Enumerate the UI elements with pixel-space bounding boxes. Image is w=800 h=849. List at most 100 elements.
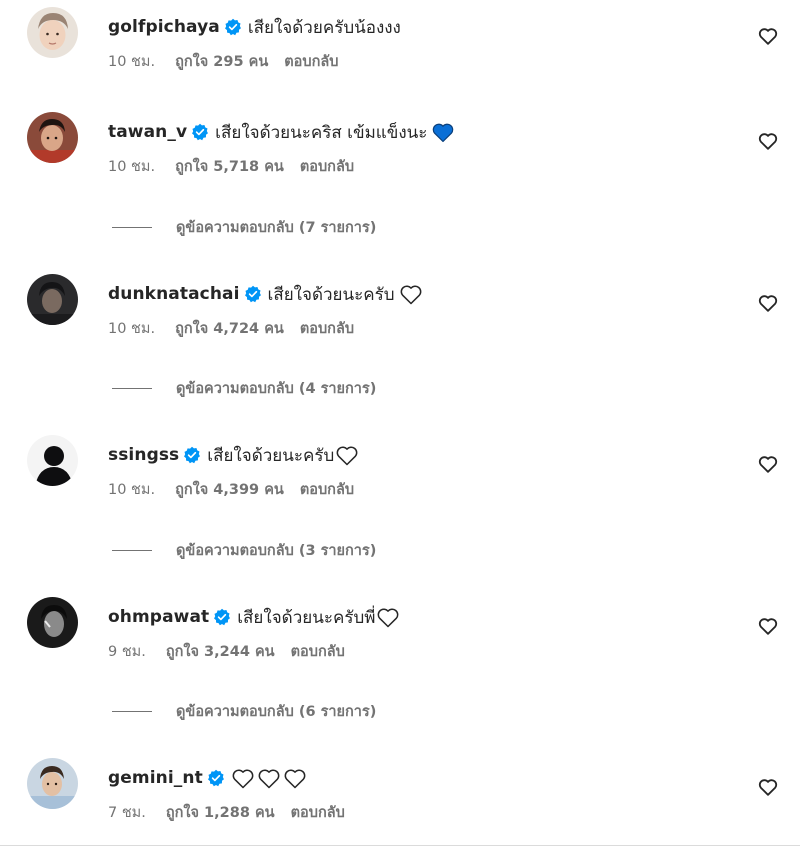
people-word: คน xyxy=(248,54,269,70)
likes-count: 5,718 xyxy=(213,159,260,175)
people-word: คน xyxy=(264,159,284,175)
username[interactable]: ssingss xyxy=(108,445,179,465)
comment-meta: 10 ชม. ถูกใจ 4,399 คน ตอบกลับ xyxy=(108,478,354,501)
comment-text: เสียใจด้วยนะคริส เข้มแข็งนะ xyxy=(215,119,455,146)
view-replies-label: ดูข้อความตอบกลับ (7 รายการ) xyxy=(176,220,377,236)
view-replies-label: ดูข้อความตอบกลับ (4 รายการ) xyxy=(176,381,377,397)
comment-text: เสียใจด้วยครับน้องงง xyxy=(247,17,401,38)
comment-meta: 10 ชม. ถูกใจ 4,724 คน ตอบกลับ xyxy=(108,317,354,340)
comment-body: dunknatachai เสียใจด้วยนะครับ xyxy=(108,279,423,309)
username[interactable]: gemini_nt xyxy=(108,768,203,788)
comment-golfpichaya: golfpichaya เสียใจด้วยครับน้องงง 10 ชม. … xyxy=(0,7,800,87)
verified-badge-icon xyxy=(224,18,242,36)
people-word: คน xyxy=(254,805,275,821)
comment-meta: 10 ชม. ถูกใจ 5,718 คน ตอบกลับ xyxy=(108,155,354,178)
comment-time[interactable]: 7 ชม. xyxy=(108,801,146,824)
comment-likes[interactable]: ถูกใจ 295 คน xyxy=(175,50,268,73)
reply-button[interactable]: ตอบกลับ xyxy=(300,317,354,340)
reply-button[interactable]: ตอบกลับ xyxy=(291,640,345,663)
avatar[interactable] xyxy=(27,274,78,325)
verified-badge-icon xyxy=(207,769,225,787)
comment-text: เสียใจด้วยนะครับ xyxy=(207,442,359,469)
comment-time[interactable]: 10 ชม. xyxy=(108,155,155,178)
people-word: คน xyxy=(254,644,275,660)
comment-ssingss: ssingss เสียใจด้วยนะครับ 10 ชม. ถูกใจ 4,… xyxy=(0,435,800,515)
like-heart-icon[interactable] xyxy=(757,130,779,152)
comment-dunknatachai: dunknatachai เสียใจด้วยนะครับ 10 ชม. ถูก… xyxy=(0,274,800,354)
like-heart-icon[interactable] xyxy=(757,292,779,314)
reply-button[interactable]: ตอบกลับ xyxy=(300,155,354,178)
reply-button[interactable]: ตอบกลับ xyxy=(300,478,354,501)
likes-count: 4,724 xyxy=(213,321,260,337)
replies-divider xyxy=(112,550,152,551)
comment-body: ssingss เสียใจด้วยนะครับ xyxy=(108,440,359,470)
username[interactable]: ohmpawat xyxy=(108,607,209,627)
username[interactable]: dunknatachai xyxy=(108,284,240,304)
verified-badge-icon xyxy=(244,285,262,303)
bottom-divider xyxy=(0,845,800,846)
username[interactable]: tawan_v xyxy=(108,122,187,142)
comment-ohmpawat: ohmpawat เสียใจด้วยนะครับพี่ 9 ชม. ถูกใจ… xyxy=(0,597,800,677)
view-replies-label: ดูข้อความตอบกลับ (3 รายการ) xyxy=(176,543,377,559)
comment-meta: 10 ชม. ถูกใจ 295 คน ตอบกลับ xyxy=(108,50,338,73)
comment-body: golfpichaya เสียใจด้วยครับน้องงง xyxy=(108,12,401,42)
avatar[interactable] xyxy=(27,435,78,486)
view-replies-label: ดูข้อความตอบกลับ (6 รายการ) xyxy=(176,704,377,720)
verified-badge-icon xyxy=(183,446,201,464)
reply-button[interactable]: ตอบกลับ xyxy=(291,801,345,824)
white-heart-emoji-icon xyxy=(399,283,423,305)
like-heart-icon[interactable] xyxy=(757,615,779,637)
white-heart-emoji-icon xyxy=(257,767,281,789)
comment-text xyxy=(231,767,307,789)
view-replies-button[interactable]: ดูข้อความตอบกลับ (3 รายการ) xyxy=(112,539,376,562)
comment-body: ohmpawat เสียใจด้วยนะครับพี่ xyxy=(108,602,400,632)
comment-likes[interactable]: ถูกใจ 5,718 คน xyxy=(175,155,284,178)
view-replies-button[interactable]: ดูข้อความตอบกลับ (6 รายการ) xyxy=(112,700,376,723)
comment-likes[interactable]: ถูกใจ 4,399 คน xyxy=(175,478,284,501)
comment-time[interactable]: 10 ชม. xyxy=(108,478,155,501)
white-heart-emoji-icon xyxy=(376,606,400,628)
comment-time[interactable]: 10 ชม. xyxy=(108,317,155,340)
comment-text-content: เสียใจด้วยนะครับ xyxy=(267,284,395,305)
likes-count: 1,288 xyxy=(204,805,250,821)
view-replies-button[interactable]: ดูข้อความตอบกลับ (4 รายการ) xyxy=(112,377,376,400)
reply-button[interactable]: ตอบกลับ xyxy=(284,50,338,73)
white-heart-emoji-icon xyxy=(231,767,255,789)
verified-badge-icon xyxy=(191,123,209,141)
comment-gemini_nt: gemini_nt 7 ชม. ถูกใจ 1,288 คน ตอบกลับ xyxy=(0,758,800,838)
comment-likes[interactable]: ถูกใจ 3,244 คน xyxy=(166,640,275,663)
likes-word: ถูกใจ xyxy=(175,159,209,175)
comment-tawan_v: tawan_v เสียใจด้วยนะคริส เข้มแข็งนะ 10 ช… xyxy=(0,112,800,192)
like-heart-icon[interactable] xyxy=(757,776,779,798)
comment-text: เสียใจด้วยนะครับพี่ xyxy=(237,604,400,631)
comment-text-content: เสียใจด้วยนะคริส เข้มแข็งนะ xyxy=(215,122,428,143)
replies-divider xyxy=(112,227,152,228)
comment-text: เสียใจด้วยนะครับ xyxy=(268,281,423,308)
people-word: คน xyxy=(264,321,284,337)
comment-likes[interactable]: ถูกใจ 1,288 คน xyxy=(166,801,275,824)
likes-count: 4,399 xyxy=(213,482,260,498)
username[interactable]: golfpichaya xyxy=(108,17,220,37)
comment-meta: 7 ชม. ถูกใจ 1,288 คน ตอบกลับ xyxy=(108,801,345,824)
view-replies-button[interactable]: ดูข้อความตอบกลับ (7 รายการ) xyxy=(112,216,376,239)
avatar[interactable] xyxy=(27,7,78,58)
avatar[interactable] xyxy=(27,112,78,163)
like-heart-icon[interactable] xyxy=(757,453,779,475)
blue-heart-emoji-icon xyxy=(431,121,455,143)
comment-likes[interactable]: ถูกใจ 4,724 คน xyxy=(175,317,284,340)
verified-badge-icon xyxy=(213,608,231,626)
comment-time[interactable]: 9 ชม. xyxy=(108,640,146,663)
like-heart-icon[interactable] xyxy=(757,25,779,47)
likes-word: ถูกใจ xyxy=(165,805,199,821)
replies-divider xyxy=(112,711,152,712)
likes-count: 295 xyxy=(213,54,244,70)
comment-time[interactable]: 10 ชม. xyxy=(108,50,155,73)
likes-word: ถูกใจ xyxy=(175,54,209,70)
likes-word: ถูกใจ xyxy=(175,482,209,498)
replies-divider xyxy=(112,388,152,389)
avatar[interactable] xyxy=(27,758,78,809)
white-heart-emoji-icon xyxy=(283,767,307,789)
people-word: คน xyxy=(264,482,284,498)
comment-text-content: เสียใจด้วยนะครับ xyxy=(207,445,335,466)
avatar[interactable] xyxy=(27,597,78,648)
